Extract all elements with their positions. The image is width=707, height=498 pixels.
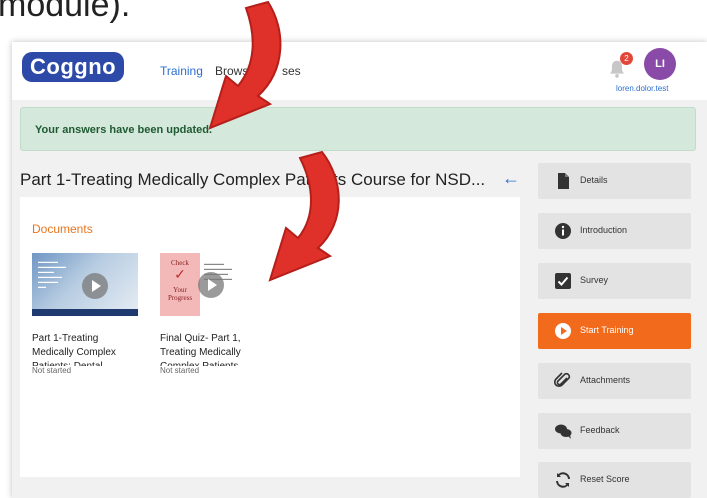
attachments-button[interactable]: Attachments [538,363,691,399]
user-email[interactable]: loren.dolor.test [616,84,668,93]
checkbox-icon [555,273,571,289]
success-alert: Your answers have been updated. [20,107,696,151]
refresh-icon [556,472,570,488]
document-title[interactable]: Final Quiz- Part 1, Treating Medically C… [160,332,260,366]
chat-bubbles-icon [555,424,572,439]
introduction-label: Introduction [580,225,628,235]
survey-button[interactable]: Survey [538,263,691,299]
start-training-button[interactable]: Start Training [538,313,691,349]
document-status: Not started [32,366,72,375]
document-icon [558,173,569,189]
documents-heading: Documents [32,222,93,236]
document-card[interactable]: ▬▬▬▬▬ ▬▬▬▬▬▬▬ ▬▬▬▬ ▬▬▬▬▬▬ ▬▬▬▬▬ ▬▬ Part 1-Tre… [32,253,144,375]
notification-badge: 2 [620,52,633,65]
paperclip-icon [554,372,571,388]
back-arrow-icon[interactable]: ← [502,168,520,189]
user-avatar[interactable]: LI [644,48,676,80]
red-arrow-icon [208,0,282,130]
coggno-logo[interactable]: Coggno [22,52,125,82]
reset-score-label: Reset Score [580,474,630,484]
top-navbar: Coggno Training Browse ses 2 LI loren.do… [12,42,707,100]
introduction-button[interactable]: Introduction [538,213,691,249]
checkmark-icon: ✓ [174,268,186,283]
caption-text: module). [0,0,131,24]
document-thumbnail[interactable]: ▬▬▬▬▬ ▬▬▬▬▬▬▬ ▬▬▬▬ ▬▬▬▬▬▬ ▬▬▬▬▬ ▬▬ [32,253,138,316]
details-button[interactable]: Details [538,163,691,199]
play-icon[interactable] [198,272,224,298]
survey-label: Survey [580,275,609,285]
alert-message: Your answers have been updated. [35,124,213,136]
thumbnail-overlay-text: ▬▬▬▬▬ ▬▬▬▬▬▬▬ ▬▬▬▬ ▬▬▬▬▬▬ ▬▬▬▬▬ ▬▬ [38,259,66,289]
document-status: Not started [160,366,200,375]
thumbnail-check-text: Check [171,259,189,267]
feedback-label: Feedback [580,425,620,435]
play-icon [555,323,571,339]
thumbnail-footer-bar [32,309,138,316]
play-icon[interactable] [82,273,108,299]
attachments-label: Attachments [580,375,631,385]
thumbnail-your-text: Your [173,286,187,294]
details-label: Details [580,175,608,185]
reset-score-button[interactable]: Reset Score [538,462,691,498]
feedback-button[interactable]: Feedback [538,413,691,449]
document-thumbnail[interactable]: Check ✓ Your Progress ▬▬▬▬▬▬▬▬▬▬▬▬▬▬▬▬▬▬… [160,253,266,316]
document-title[interactable]: Part 1-Treating Medically Complex Patien… [32,332,132,366]
thumbnail-progress-text: Progress [167,294,193,302]
red-arrow-icon [268,150,340,282]
page: module). Coggno Training Browse ses 2 LI… [0,0,707,498]
start-training-label: Start Training [580,325,634,335]
info-icon [555,223,571,239]
